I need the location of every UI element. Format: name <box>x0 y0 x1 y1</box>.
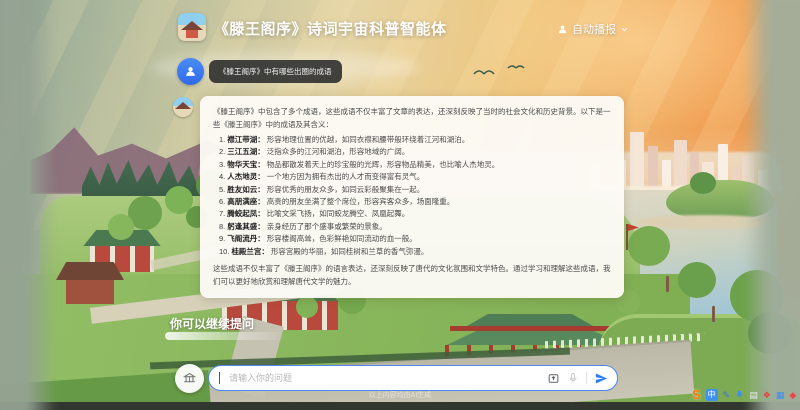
text-cursor <box>219 372 220 384</box>
idiom-item: 6.高朋满座：高贵的朋友坐满了整个席位，形容宾客众多，场面隆重。 <box>219 196 611 208</box>
assistant-message: 《滕王阁序》中包含了多个成语，这些成语不仅丰富了文章的表达，还深刻反映了当时的社… <box>200 96 624 298</box>
mic-icon <box>567 372 579 384</box>
ai-disclaimer: 以上内容均由AI生成 <box>369 390 432 400</box>
upload-file-button[interactable] <box>547 372 560 385</box>
user-avatar <box>177 58 204 85</box>
ime-mic-button[interactable] <box>735 389 744 400</box>
idiom-name: 腾蛟起凤： <box>227 209 265 218</box>
idiom-number: 6. <box>219 197 225 206</box>
ime-toolbox-icon[interactable]: ▦ <box>776 389 785 401</box>
tree-trunk <box>666 276 669 292</box>
assistant-avatar <box>173 97 193 117</box>
long-pavilion-beam <box>450 326 610 331</box>
tree <box>690 172 716 194</box>
idiom-item: 3.物华天宝：物品都散发着天上的珍宝般的光辉，形容物品精美，也比喻人杰地灵。 <box>219 159 611 171</box>
page-title: 《滕王阁序》诗词宇宙科普智能体 <box>214 18 447 39</box>
idiom-list: 1.襟江带湖：形容地理位置的优越，如同衣襟和腰带般环绕着江河和湖泊。 2.三江五… <box>213 134 611 258</box>
tree <box>108 214 134 240</box>
idiom-number: 10. <box>219 247 229 256</box>
assistant-conclusion: 这些成语不仅丰富了《滕王阁序》的语言表达，还深刻反映了唐代的文化氛围和文学特色。… <box>213 262 611 288</box>
idiom-name: 襟江带湖： <box>227 135 265 144</box>
idiom-desc: 形容楼阁高耸，色彩鲜艳如同流动的血一般。 <box>267 234 417 243</box>
idiom-desc: 比喻文采飞扬，如同蛟龙腾空、凤凰起舞。 <box>267 209 410 218</box>
idiom-name: 物华天宝： <box>227 160 265 169</box>
ime-mic-icon <box>735 389 744 400</box>
ime-punctuation-icon[interactable]: ✎ <box>723 389 731 401</box>
idiom-name: 三江五湖： <box>227 147 265 156</box>
house-roof <box>56 262 124 280</box>
idiom-desc: 泛指众多的江河和湖泊，形容地域的广阔。 <box>267 147 410 156</box>
idiom-desc: 亲身经历了那个盛事或繁荣的景象。 <box>267 222 387 231</box>
idiom-number: 7. <box>219 209 225 218</box>
idiom-desc: 形容优秀的朋友众多，如同云彩般聚集在一起。 <box>267 185 425 194</box>
person-icon <box>184 65 197 78</box>
idiom-desc: 形容地理位置的优越，如同衣襟和腰带般环绕着江河和湖泊。 <box>267 135 470 144</box>
skyscraper <box>630 132 644 190</box>
input-divider <box>586 372 587 384</box>
ime-skin-icon[interactable]: ❖ <box>763 389 771 401</box>
idiom-name: 躬逢其盛： <box>227 222 265 231</box>
assistant-intro: 《滕王阁序》中包含了多个成语，这些成语不仅丰富了文章的表达，还深刻反映了当时的社… <box>213 105 611 131</box>
continue-hint: 你可以继续提问 <box>170 315 254 332</box>
home-button[interactable] <box>175 364 204 393</box>
question-input[interactable] <box>227 372 540 384</box>
suggestion-chip[interactable] <box>165 332 287 340</box>
tree-trunk <box>712 306 715 322</box>
house-body <box>66 280 114 304</box>
idiom-desc: 形容宫殿的华丽，如同桂树和兰草的香气弥漫。 <box>271 247 429 256</box>
pavilion-icon <box>182 371 197 386</box>
idiom-item: 4.人杰地灵：一个地方因为拥有杰出的人才而变得富有灵气。 <box>219 171 611 183</box>
idiom-desc: 物品都散发着天上的珍宝般的光辉，形容物品精美，也比喻人杰地灵。 <box>267 160 500 169</box>
sogou-logo[interactable]: S <box>692 388 701 401</box>
idiom-number: 3. <box>219 160 225 169</box>
idiom-item: 5.胜友如云：形容优秀的朋友众多，如同云彩般聚集在一起。 <box>219 184 611 196</box>
skyscraper <box>648 146 658 190</box>
mic-button[interactable] <box>567 372 579 384</box>
ime-mode-chinese[interactable]: 中 <box>706 389 718 401</box>
tree <box>678 262 716 298</box>
idiom-item: 8.躬逢其盛：亲身经历了那个盛事或繁荣的景象。 <box>219 221 611 233</box>
app-avatar <box>178 13 206 41</box>
user-message: 《滕王阁序》中有哪些出圈的成语 <box>209 60 342 83</box>
idiom-number: 1. <box>219 135 225 144</box>
app-window: 《滕王阁序》诗词宇宙科普智能体 自动播报 《滕王阁序》中有哪些出圈的成语 《滕王… <box>0 0 800 410</box>
idiom-number: 9. <box>219 234 225 243</box>
skyscraper <box>674 140 687 190</box>
ime-toolbar: S 中 ✎ ▤ ❖ ▦ ◆ <box>692 387 796 402</box>
idiom-item: 9.飞阁流丹：形容楼阁高耸，色彩鲜艳如同流动的血一般。 <box>219 233 611 245</box>
idiom-number: 5. <box>219 185 225 194</box>
idiom-name: 飞阁流丹： <box>227 234 265 243</box>
question-input-container[interactable] <box>208 365 618 391</box>
idiom-number: 2. <box>219 147 225 156</box>
edge-vignette-right <box>744 0 800 410</box>
broadcast-label: 自动播报 <box>572 21 616 37</box>
chevron-down-icon <box>620 25 629 34</box>
idiom-name: 胜友如云： <box>227 185 265 194</box>
idiom-name: 桂殿兰宫： <box>231 247 269 256</box>
tree <box>296 296 318 318</box>
upload-file-icon <box>547 372 560 385</box>
idiom-desc: 一个地方因为拥有杰出的人才而变得富有灵气。 <box>267 172 425 181</box>
ime-keyboard-icon[interactable]: ▤ <box>749 389 758 401</box>
idiom-item: 2.三江五湖：泛指众多的江河和湖泊，形容地域的广阔。 <box>219 146 611 158</box>
idiom-name: 高朋满座： <box>227 197 265 206</box>
edge-vignette-left <box>0 0 56 410</box>
idiom-number: 8. <box>219 222 225 231</box>
idiom-item: 10.桂殿兰宫：形容宫殿的华丽，如同桂树和兰草的香气弥漫。 <box>219 246 611 258</box>
idiom-desc: 高贵的朋友坐满了整个席位，形容宾客众多，场面隆重。 <box>267 197 455 206</box>
broadcast-icon <box>557 24 568 35</box>
ime-more-icon[interactable]: ◆ <box>789 389 796 401</box>
send-button[interactable] <box>594 371 609 386</box>
idiom-number: 4. <box>219 172 225 181</box>
send-icon <box>594 371 609 386</box>
auto-broadcast-toggle[interactable]: 自动播报 <box>557 21 629 37</box>
idiom-name: 人杰地灵： <box>227 172 265 181</box>
birds <box>470 62 530 88</box>
idiom-item: 1.襟江带湖：形容地理位置的优越，如同衣襟和腰带般环绕着江河和湖泊。 <box>219 134 611 146</box>
shoreline-shadow <box>0 402 800 410</box>
tree <box>628 226 670 266</box>
idiom-item: 7.腾蛟起凤：比喻文采飞扬，如同蛟龙腾空、凤凰起舞。 <box>219 208 611 220</box>
